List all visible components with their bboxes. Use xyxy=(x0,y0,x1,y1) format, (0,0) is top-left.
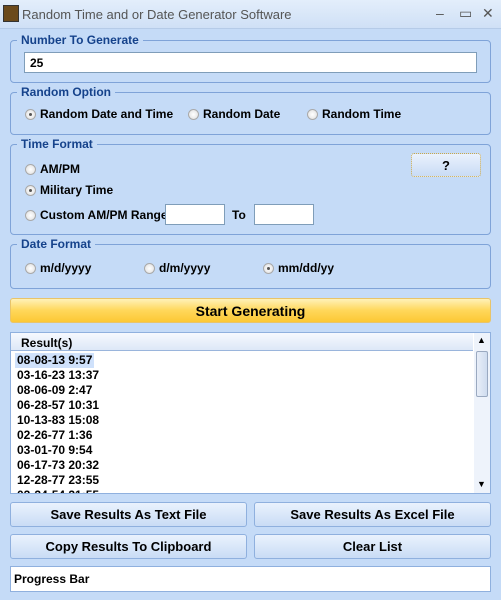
radio-icon xyxy=(307,108,318,120)
group-label: Number To Generate xyxy=(17,33,143,47)
progress-bar: Progress Bar xyxy=(10,566,491,592)
radio-custom-range[interactable]: Custom AM/PM Range xyxy=(25,208,168,222)
radio-icon xyxy=(25,184,36,196)
list-item[interactable]: 03-16-23 13:37 xyxy=(15,368,101,383)
radio-dmyyyy[interactable]: d/m/yyyy xyxy=(144,261,210,275)
radio-label: AM/PM xyxy=(40,162,80,176)
radio-label: Random Date and Time xyxy=(40,107,174,121)
radio-label: Custom AM/PM Range xyxy=(40,208,168,222)
list-item[interactable]: 06-17-73 20:32 xyxy=(15,458,101,473)
radio-mdyyyy[interactable]: m/d/yyyy xyxy=(25,261,91,275)
progress-label: Progress Bar xyxy=(14,572,90,586)
results-header[interactable]: Result(s) xyxy=(11,333,473,351)
range-from-input[interactable] xyxy=(165,204,225,225)
minimize-button[interactable]: – xyxy=(436,5,444,21)
group-label: Time Format xyxy=(17,137,97,151)
app-icon xyxy=(3,5,19,22)
scrollbar[interactable]: ▲ ▼ xyxy=(474,333,490,493)
radio-icon xyxy=(25,209,36,221)
radio-label: mm/dd/yy xyxy=(278,261,335,275)
radio-label: Military Time xyxy=(40,183,114,197)
group-label: Random Option xyxy=(17,85,115,99)
save-text-button[interactable]: Save Results As Text File xyxy=(10,502,247,527)
list-item[interactable]: 06-28-57 10:31 xyxy=(15,398,101,413)
list-item[interactable]: 10-13-83 15:08 xyxy=(15,413,101,428)
results-list[interactable]: Result(s) 08-08-13 9:57 03-16-23 13:37 08-… xyxy=(10,332,491,494)
radio-random-date-time[interactable]: Random Date and Time xyxy=(25,107,173,121)
radio-military-time[interactable]: Military Time xyxy=(25,183,113,197)
maximize-button[interactable]: ▭ xyxy=(459,5,472,22)
radio-ampm[interactable]: AM/PM xyxy=(25,162,80,176)
start-generating-button[interactable]: Start Generating xyxy=(10,298,491,323)
list-item[interactable]: 02-24-54 21:55 xyxy=(15,488,101,493)
number-input[interactable] xyxy=(24,52,477,73)
scroll-down-icon[interactable]: ▼ xyxy=(477,479,486,489)
scroll-thumb[interactable] xyxy=(476,351,488,397)
list-item[interactable]: 03-01-70 9:54 xyxy=(15,443,94,458)
scroll-up-icon[interactable]: ▲ xyxy=(477,335,486,345)
save-excel-button[interactable]: Save Results As Excel File xyxy=(254,502,491,527)
radio-icon xyxy=(25,108,36,120)
list-item[interactable]: 08-08-13 9:57 xyxy=(15,353,95,368)
radio-label: m/d/yyyy xyxy=(40,261,92,275)
radio-random-date[interactable]: Random Date xyxy=(188,107,280,121)
radio-icon xyxy=(188,108,199,120)
to-label: To xyxy=(232,208,246,222)
radio-random-time[interactable]: Random Time xyxy=(307,107,401,121)
group-label: Date Format xyxy=(17,237,96,251)
help-button[interactable]: ? xyxy=(411,153,481,177)
radio-mmddyy[interactable]: mm/dd/yy xyxy=(263,261,334,275)
title-bar: Random Time and or Date Generator Softwa… xyxy=(0,0,501,29)
list-item[interactable]: 08-06-09 2:47 xyxy=(15,383,94,398)
window-title: Random Time and or Date Generator Softwa… xyxy=(22,7,292,22)
radio-icon xyxy=(25,163,36,175)
list-item[interactable]: 12-28-77 23:55 xyxy=(15,473,101,488)
clear-list-button[interactable]: Clear List xyxy=(254,534,491,559)
radio-label: Random Time xyxy=(322,107,402,121)
close-button[interactable]: ✕ xyxy=(482,5,494,22)
radio-icon xyxy=(263,262,274,274)
copy-clipboard-button[interactable]: Copy Results To Clipboard xyxy=(10,534,247,559)
range-to-input[interactable] xyxy=(254,204,314,225)
radio-icon xyxy=(25,262,36,274)
radio-icon xyxy=(144,262,155,274)
list-item[interactable]: 02-26-77 1:36 xyxy=(15,428,94,443)
radio-label: d/m/yyyy xyxy=(159,261,211,275)
radio-label: Random Date xyxy=(203,107,281,121)
